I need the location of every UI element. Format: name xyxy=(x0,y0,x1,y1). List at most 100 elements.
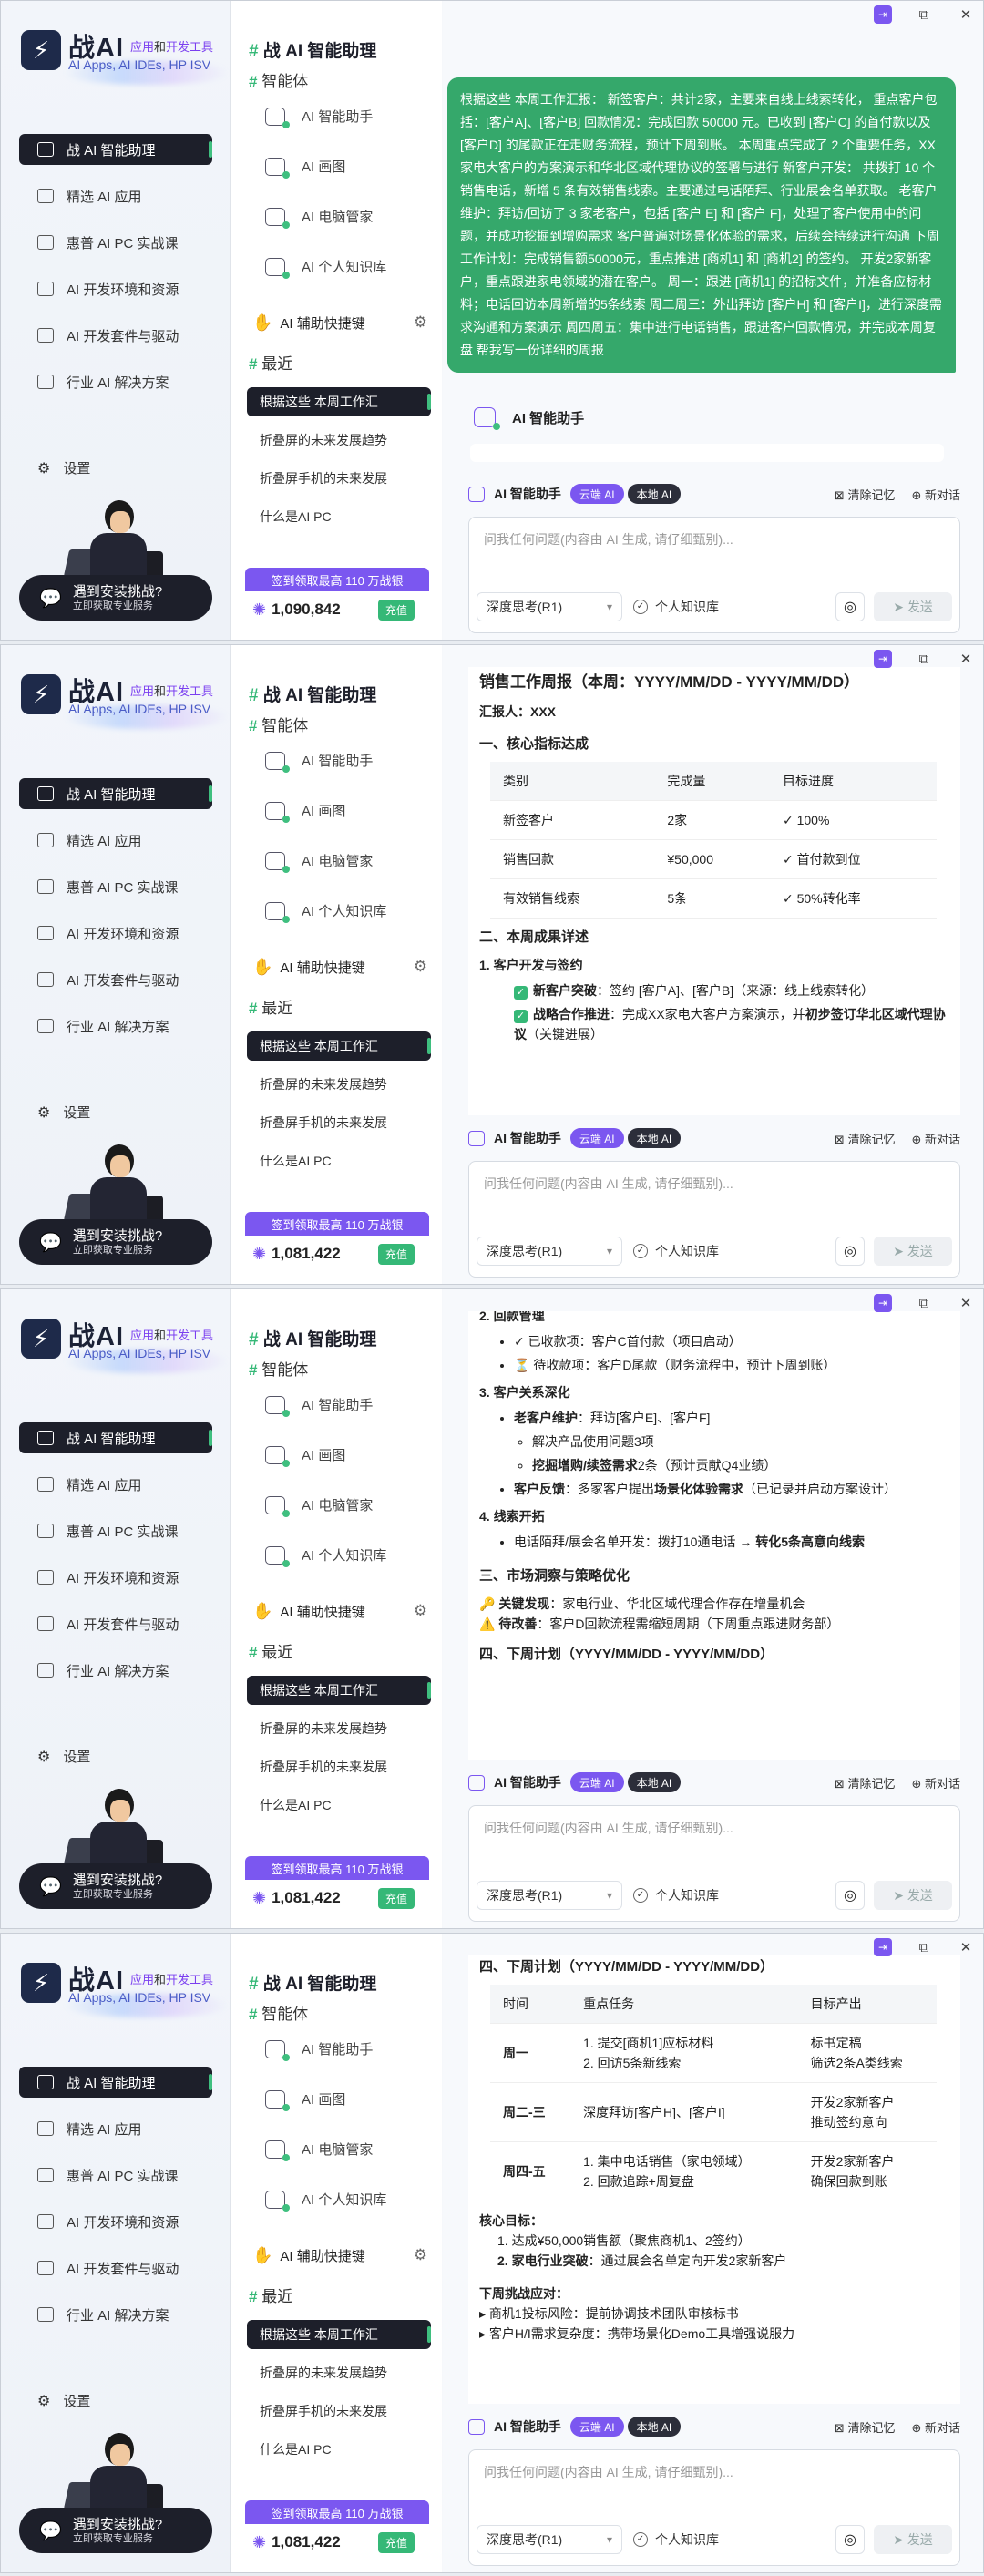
knowledge-base-toggle[interactable]: ✓ 个人知识库 xyxy=(633,592,719,621)
agent-item-1[interactable]: AI 画图 xyxy=(265,1445,345,1467)
points-banner[interactable]: 签到领取最高 110 万战银 xyxy=(245,2500,429,2524)
new-chat-button[interactable]: ⊕ 新对话 xyxy=(911,1774,960,1791)
clear-memory-button[interactable]: ⊠ 清除记忆 xyxy=(835,486,896,503)
shortcut-helper[interactable]: ✋ AI 辅助快捷键 ⚙ xyxy=(247,2238,427,2273)
sidebar-item-2[interactable]: 惠普 AI PC 实战课 xyxy=(19,871,212,902)
get-support-button[interactable]: 💬 遇到安装挑战? 立即获取专业服务 xyxy=(19,575,212,621)
message-input[interactable]: 问我任何问题(内容由 AI 生成, 请仔细甄别)... xyxy=(484,1175,733,1193)
sidebar-item-3[interactable]: AI 开发环境和资源 xyxy=(19,918,212,949)
pin-icon[interactable]: ⇥ xyxy=(874,650,892,668)
sidebar-item-5[interactable]: 行业 AI 解决方案 xyxy=(19,1011,212,1042)
points-banner[interactable]: 签到领取最高 110 万战银 xyxy=(245,1212,429,1236)
web-search-icon[interactable]: ◎ xyxy=(835,592,865,621)
sidebar-item-5[interactable]: 行业 AI 解决方案 xyxy=(19,2299,212,2330)
cloud-ai-toggle[interactable]: 云端 AI xyxy=(569,484,624,504)
message-input[interactable]: 问我任何问题(内容由 AI 生成, 请仔细甄别)... xyxy=(484,2463,733,2481)
agent-item-0[interactable]: AI 智能助手 xyxy=(265,2039,373,2061)
web-search-icon[interactable]: ◎ xyxy=(835,1881,865,1910)
mode-select[interactable]: 深度思考(R1) ▾ xyxy=(477,2525,622,2554)
sidebar-item-2[interactable]: 惠普 AI PC 实战课 xyxy=(19,2160,212,2191)
recent-item[interactable]: 什么是AI PC xyxy=(247,2435,431,2464)
pin-icon[interactable]: ⇥ xyxy=(874,1938,892,1956)
pin-icon[interactable]: ⇥ xyxy=(874,1294,892,1312)
knowledge-base-toggle[interactable]: ✓ 个人知识库 xyxy=(633,1237,719,1266)
sidebar-item-0[interactable]: 战 AI 智能助理 xyxy=(19,778,212,809)
settings-button[interactable]: ⚙ 设置 xyxy=(37,458,90,477)
web-search-icon[interactable]: ◎ xyxy=(835,2525,865,2554)
new-chat-button[interactable]: ⊕ 新对话 xyxy=(911,486,960,503)
recent-item[interactable]: 折叠屏手机的未来发展 xyxy=(247,2396,431,2426)
web-search-icon[interactable]: ◎ xyxy=(835,1237,865,1266)
sidebar-item-2[interactable]: 惠普 AI PC 实战课 xyxy=(19,1515,212,1546)
gear-icon[interactable]: ⚙ xyxy=(414,1602,427,1620)
settings-button[interactable]: ⚙ 设置 xyxy=(37,1747,90,1766)
message-composer[interactable]: 问我任何问题(内容由 AI 生成, 请仔细甄别)... 深度思考(R1) ▾ ✓ 个… xyxy=(468,517,960,633)
shortcut-helper[interactable]: ✋ AI 辅助快捷键 ⚙ xyxy=(247,305,427,340)
agent-item-0[interactable]: AI 智能助手 xyxy=(265,751,373,773)
cloud-ai-toggle[interactable]: 云端 AI xyxy=(569,2417,624,2437)
agent-item-1[interactable]: AI 画图 xyxy=(265,801,345,823)
sidebar-item-1[interactable]: 精选 AI 应用 xyxy=(19,1469,212,1500)
recent-item[interactable]: 什么是AI PC xyxy=(247,502,431,531)
restore-icon[interactable]: ⧉ xyxy=(914,1293,934,1313)
local-ai-toggle[interactable]: 本地 AI xyxy=(627,1772,682,1792)
close-icon[interactable]: ✕ xyxy=(956,649,976,669)
recent-item[interactable]: 什么是AI PC xyxy=(247,1791,431,1820)
recent-item[interactable]: 折叠屏手机的未来发展 xyxy=(247,1108,431,1137)
message-input[interactable]: 问我任何问题(内容由 AI 生成, 请仔细甄别)... xyxy=(484,1819,733,1837)
recent-item[interactable]: 什么是AI PC xyxy=(247,1146,431,1175)
message-composer[interactable]: 问我任何问题(内容由 AI 生成, 请仔细甄别)... 深度思考(R1) ▾ ✓ 个… xyxy=(468,1805,960,1922)
restore-icon[interactable]: ⧉ xyxy=(914,1937,934,1957)
sidebar-item-2[interactable]: 惠普 AI PC 实战课 xyxy=(19,227,212,258)
send-button[interactable]: ➤ 发送 xyxy=(874,1237,952,1266)
shortcut-helper[interactable]: ✋ AI 辅助快捷键 ⚙ xyxy=(247,949,427,984)
recent-item[interactable]: 折叠屏手机的未来发展 xyxy=(247,1752,431,1781)
recharge-button[interactable]: 充值 xyxy=(377,1244,415,1265)
sidebar-item-4[interactable]: AI 开发套件与驱动 xyxy=(19,964,212,995)
gear-icon[interactable]: ⚙ xyxy=(414,958,427,976)
sidebar-item-4[interactable]: AI 开发套件与驱动 xyxy=(19,2253,212,2284)
settings-button[interactable]: ⚙ 设置 xyxy=(37,1103,90,1122)
local-ai-toggle[interactable]: 本地 AI xyxy=(627,484,682,504)
recent-item[interactable]: 根据这些 本周工作汇 xyxy=(247,1676,431,1705)
knowledge-base-toggle[interactable]: ✓ 个人知识库 xyxy=(633,1881,719,1910)
get-support-button[interactable]: 💬 遇到安装挑战? 立即获取专业服务 xyxy=(19,1863,212,1909)
send-button[interactable]: ➤ 发送 xyxy=(874,2525,952,2554)
mode-select[interactable]: 深度思考(R1) ▾ xyxy=(477,592,622,621)
get-support-button[interactable]: 💬 遇到安装挑战? 立即获取专业服务 xyxy=(19,1219,212,1265)
sidebar-item-5[interactable]: 行业 AI 解决方案 xyxy=(19,366,212,397)
agent-item-3[interactable]: AI 个人知识库 xyxy=(265,1545,386,1567)
agent-item-0[interactable]: AI 智能助手 xyxy=(265,1395,373,1417)
send-button[interactable]: ➤ 发送 xyxy=(874,592,952,621)
message-composer[interactable]: 问我任何问题(内容由 AI 生成, 请仔细甄别)... 深度思考(R1) ▾ ✓ 个… xyxy=(468,2449,960,2566)
recent-item[interactable]: 折叠屏的未来发展趋势 xyxy=(247,426,431,455)
agent-item-2[interactable]: AI 电脑管家 xyxy=(265,851,373,873)
pin-icon[interactable]: ⇥ xyxy=(874,5,892,24)
sidebar-item-1[interactable]: 精选 AI 应用 xyxy=(19,2113,212,2144)
cloud-ai-toggle[interactable]: 云端 AI xyxy=(569,1772,624,1792)
agent-item-1[interactable]: AI 画图 xyxy=(265,2089,345,2111)
agent-item-1[interactable]: AI 画图 xyxy=(265,157,345,179)
sidebar-item-5[interactable]: 行业 AI 解决方案 xyxy=(19,1655,212,1686)
points-banner[interactable]: 签到领取最高 110 万战银 xyxy=(245,568,429,591)
new-chat-button[interactable]: ⊕ 新对话 xyxy=(911,2418,960,2436)
recharge-button[interactable]: 充值 xyxy=(377,600,415,621)
sidebar-item-0[interactable]: 战 AI 智能助理 xyxy=(19,2067,212,2098)
recent-item[interactable]: 根据这些 本周工作汇 xyxy=(247,2320,431,2349)
sidebar-item-3[interactable]: AI 开发环境和资源 xyxy=(19,273,212,304)
new-chat-button[interactable]: ⊕ 新对话 xyxy=(911,1130,960,1147)
gear-icon[interactable]: ⚙ xyxy=(414,2246,427,2264)
restore-icon[interactable]: ⧉ xyxy=(914,649,934,669)
sidebar-item-4[interactable]: AI 开发套件与驱动 xyxy=(19,320,212,351)
sidebar-item-1[interactable]: 精选 AI 应用 xyxy=(19,180,212,211)
recharge-button[interactable]: 充值 xyxy=(377,1888,415,1909)
cloud-ai-toggle[interactable]: 云端 AI xyxy=(569,1128,624,1148)
clear-memory-button[interactable]: ⊠ 清除记忆 xyxy=(835,1130,896,1147)
points-banner[interactable]: 签到领取最高 110 万战银 xyxy=(245,1856,429,1880)
sidebar-item-0[interactable]: 战 AI 智能助理 xyxy=(19,134,212,165)
send-button[interactable]: ➤ 发送 xyxy=(874,1881,952,1910)
agent-item-2[interactable]: AI 电脑管家 xyxy=(265,2140,373,2161)
sidebar-item-1[interactable]: 精选 AI 应用 xyxy=(19,825,212,856)
mode-select[interactable]: 深度思考(R1) ▾ xyxy=(477,1881,622,1910)
shortcut-helper[interactable]: ✋ AI 辅助快捷键 ⚙ xyxy=(247,1594,427,1628)
